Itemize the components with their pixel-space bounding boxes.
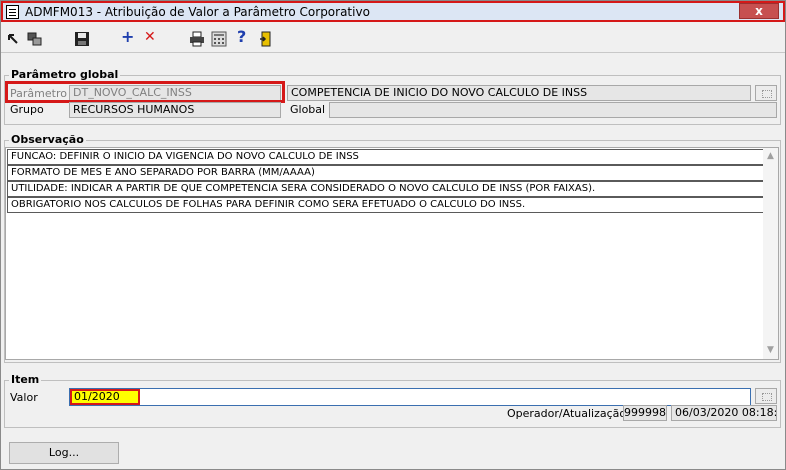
observacao-scrollbar[interactable]: ▲ ▼ — [763, 148, 778, 359]
global-label: Global — [290, 103, 326, 116]
parametro-description-field: COMPETENCIA DE INICIO DO NOVO CALCULO DE… — [287, 85, 751, 101]
valor-lookup-button[interactable] — [755, 388, 777, 404]
parametro-lookup-button[interactable] — [755, 85, 777, 101]
scroll-down-icon[interactable]: ▼ — [766, 346, 775, 355]
window-title: ADMFM013 - Atribuição de Valor a Parâmet… — [25, 5, 370, 19]
parametro-highlight — [5, 81, 285, 103]
add-icon[interactable]: + — [121, 29, 134, 45]
window-app-icon — [6, 5, 19, 19]
global-field — [329, 102, 777, 118]
observacao-label: Observação — [9, 133, 86, 146]
observacao-line: UTILIDADE: INDICAR A PARTIR DE QUE COMPE… — [7, 181, 765, 197]
save-icon[interactable] — [74, 31, 90, 47]
operador-atualizacao-label: Operador/Atualização — [507, 407, 627, 420]
observacao-text-area[interactable]: FUNCAO: DEFINIR O INICIO DA VIGENCIA DO … — [5, 147, 779, 360]
log-button[interactable]: Log... — [9, 442, 119, 464]
scroll-up-icon[interactable]: ▲ — [766, 152, 775, 161]
parametro-global-label: Parâmetro global — [9, 68, 121, 81]
delete-icon[interactable]: ✕ — [144, 29, 156, 45]
item-label: Item — [9, 373, 42, 386]
observacao-line: FUNCAO: DEFINIR O INICIO DA VIGENCIA DO … — [7, 149, 765, 165]
operador-field: 999998 — [623, 405, 667, 421]
valor-label: Valor — [10, 391, 38, 404]
print-icon[interactable] — [189, 31, 205, 47]
help-icon[interactable]: ? — [237, 29, 246, 45]
title-bar: ADMFM013 - Atribuição de Valor a Parâmet… — [1, 1, 785, 22]
windows-icon[interactable] — [27, 31, 43, 47]
grupo-field: RECURSOS HUMANOS — [69, 102, 281, 118]
calculator-icon[interactable] — [211, 31, 227, 47]
toolbar: + ✕ ? — [1, 25, 785, 53]
valor-value: 01/2020 — [70, 389, 140, 405]
observacao-line: FORMATO DE MES E ANO SEPARADO POR BARRA … — [7, 165, 765, 181]
observacao-line: OBRIGATORIO NOS CALCULOS DE FOLHAS PARA … — [7, 197, 765, 213]
exit-icon[interactable] — [6, 31, 22, 47]
close-button[interactable]: x — [739, 3, 779, 19]
grupo-label: Grupo — [10, 103, 44, 116]
main-window: ADMFM013 - Atribuição de Valor a Parâmet… — [0, 0, 786, 470]
atualizacao-field: 06/03/2020 08:18:01 — [671, 405, 777, 421]
valor-input[interactable]: 01/2020 — [69, 388, 751, 406]
door-exit-icon[interactable] — [258, 31, 274, 47]
